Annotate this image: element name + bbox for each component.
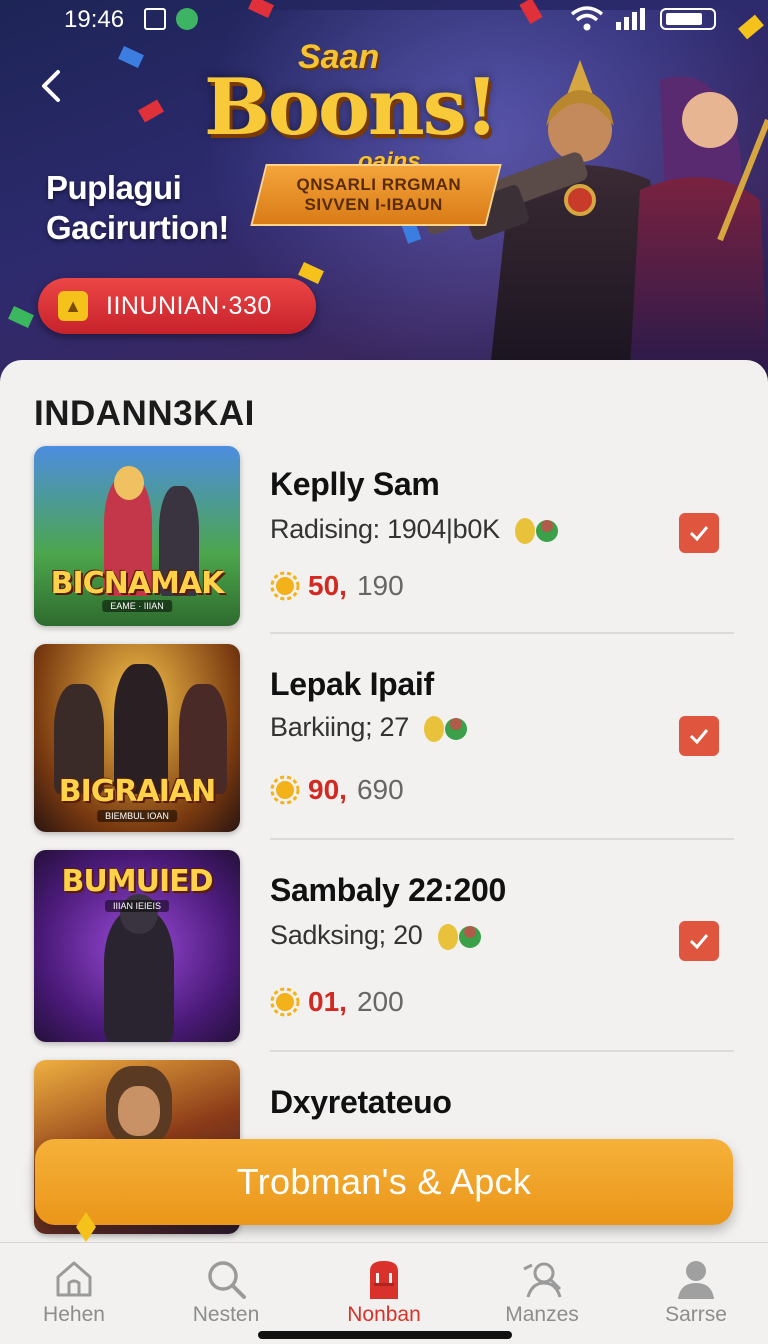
promo-logo: Saan Boons! oains [204,38,499,175]
status-time: 19:46 [64,6,125,33]
sparkle-icon [76,1212,96,1242]
wifi-icon [570,6,604,31]
sun-coin-icon [270,775,300,805]
app-notification-icon [176,8,198,30]
bag-icon [370,1261,398,1299]
game-thumbnail: BUMUIED IIIAN IEIEIS [34,850,240,1042]
promo-ribbon: QNSARLI RRGMAN SIVVEN I-IBAUN [250,164,502,226]
select-checkbox[interactable] [679,513,719,553]
select-checkbox[interactable] [679,921,719,961]
game-score: 90, 690 [270,774,404,806]
trophy-icon: ▲ [58,291,88,321]
hero-subtitle: Puplagui Gacirurtion! [46,169,229,246]
signal-icon [616,8,645,30]
battery-icon [660,8,716,30]
back-button[interactable] [34,66,74,106]
home-icon [56,1261,92,1297]
tab-people[interactable]: Manzes [482,1253,602,1333]
tab-home[interactable]: Hehen [14,1253,134,1333]
section-title: INDANN3KAI [34,394,255,433]
game-ranking: Radising: 1904|b0K [270,514,563,546]
game-list-item[interactable]: BUMUIED IIIAN IEIEIS Sambaly 22:200 Sadk… [0,850,768,1052]
game-thumbnail: BIGRAIAN BIEMBUL IOAN [34,644,240,832]
people-icon [523,1262,562,1298]
sun-coin-icon [270,987,300,1017]
tab-profile[interactable]: Sarrse [636,1253,756,1333]
gallery-icon [144,8,166,30]
game-name: Lepak Ipaif [270,666,434,702]
profile-icon [678,1261,714,1299]
game-score: 50, 190 [270,570,404,602]
tab-bag[interactable]: Nonban [324,1253,444,1333]
hero-banner: 19:46 Saan Boons! oains QNSARLI RRGMAN S… [0,0,768,400]
primary-action-button[interactable]: Trobman's & Apck [35,1139,733,1225]
game-list-item[interactable]: BICNAMAK EAME · IIIAN Keplly Sam Radisin… [0,444,768,644]
game-name: Dxyretateuo [270,1084,452,1120]
game-name: Sambaly 22:200 [270,872,506,908]
home-indicator[interactable] [258,1331,512,1339]
bottom-tab-bar: Hehen Nesten Nonban Manzes Sarrse [0,1242,768,1344]
sun-coin-icon [270,571,300,601]
game-score: 01, 200 [270,986,404,1018]
game-ranking: Barkiing; 27 [270,712,472,744]
search-icon [208,1261,246,1299]
badge-icons [424,715,468,742]
game-ranking: Sadksing; 20 [270,920,486,952]
select-checkbox[interactable] [679,716,719,756]
tab-search[interactable]: Nesten [166,1253,286,1333]
hero-points-badge[interactable]: ▲ IINUNIAN·330 [38,278,316,334]
game-list-item[interactable]: BIGRAIAN BIEMBUL IOAN Lepak Ipaif Barkii… [0,644,768,844]
game-thumbnail: BICNAMAK EAME · IIIAN [34,446,240,626]
badge-icons [515,517,558,544]
game-name: Keplly Sam [270,466,440,502]
badge-icons [437,923,481,950]
